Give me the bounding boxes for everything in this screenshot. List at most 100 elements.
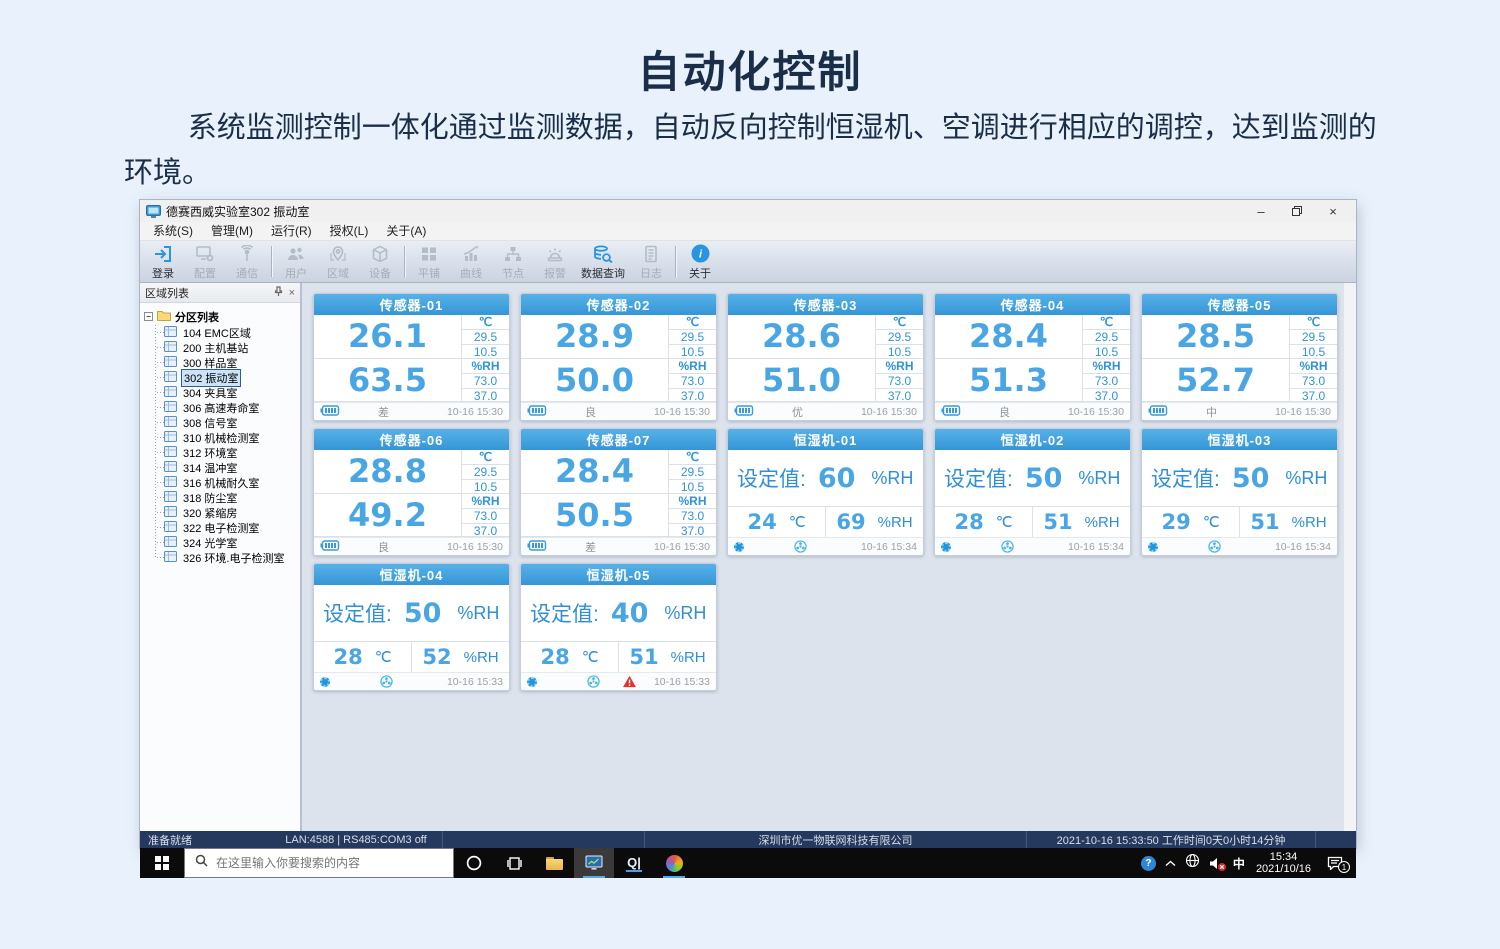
toolbar-device-button[interactable]: 设备 <box>359 241 401 282</box>
battery-icon <box>941 405 961 419</box>
setpoint-unit: %RH <box>1078 468 1120 489</box>
temperature-value: 28.4 <box>521 450 668 493</box>
menu-item-system[interactable]: 系统(S) <box>144 222 202 241</box>
minimize-button[interactable]: – <box>1244 201 1278 221</box>
tree-item[interactable]: 318 防尘室 <box>154 490 298 505</box>
toolbar-log-button[interactable]: 日志 <box>630 241 672 282</box>
tree-item[interactable]: 312 环境室 <box>154 445 298 460</box>
tree-item[interactable]: 320 紧缩房 <box>154 505 298 520</box>
toolbar-alarm-button[interactable]: 报警 <box>534 241 576 282</box>
timestamp: 10-16 15:33 <box>447 676 503 688</box>
tree-item[interactable]: 200 主机基站 <box>154 340 298 355</box>
status-badge: 良 <box>585 404 596 420</box>
temp-max: 29.5 <box>462 329 509 344</box>
monitoring-app-button[interactable] <box>574 848 614 878</box>
tree-item-selected[interactable]: 302 振动室 <box>154 370 298 385</box>
toolbar-label: 设备 <box>369 265 391 281</box>
node-tree-icon <box>503 244 523 264</box>
window-body: 区域列表 × − 分区列表 <box>140 283 1356 831</box>
help-icon[interactable]: ? <box>1141 856 1156 871</box>
timestamp: 10-16 15:30 <box>654 541 710 553</box>
start-button[interactable] <box>140 848 184 878</box>
setpoint-row: 设定值: 40 %RH <box>521 585 716 642</box>
sensor-card: 传感器-07 28.4 ℃29.510.5 50.5 %RH73.037.0 差… <box>520 428 717 556</box>
collapse-icon[interactable]: − <box>144 312 153 321</box>
task-view-button[interactable] <box>494 848 534 878</box>
search-input[interactable] <box>216 856 443 870</box>
tree-item[interactable]: 322 电子检测室 <box>154 520 298 535</box>
windows-taskbar: Q| ? 中 15:34 2021/10/16 <box>140 848 1356 878</box>
toolbar-data-query-button[interactable]: 数据查询 <box>576 241 630 282</box>
pin-icon[interactable] <box>274 286 283 300</box>
humidifier-card-title: 恒湿机-02 <box>935 429 1130 450</box>
taskbar-clock[interactable]: 15:34 2021/10/16 <box>1254 851 1313 875</box>
toolbar-tile-button[interactable]: 平铺 <box>408 241 450 282</box>
restore-button[interactable] <box>1280 201 1314 221</box>
temperature-value: 26.1 <box>314 315 461 358</box>
notification-button[interactable]: 1 <box>1322 856 1348 870</box>
colorful-app-button[interactable] <box>654 848 694 878</box>
device-icon <box>164 461 177 475</box>
toolbar-about-button[interactable]: i 关于 <box>679 241 721 282</box>
tree-item[interactable]: 314 温冲室 <box>154 460 298 475</box>
humidifier-card: 恒湿机-05 设定值: 40 %RH 28℃ 51%RH <box>520 563 717 691</box>
hum-unit: %RH <box>1292 514 1327 531</box>
tree-item[interactable]: 104 EMC区域 <box>154 325 298 340</box>
humidity-value: 50.5 <box>521 494 668 537</box>
fan-icon <box>380 675 393 688</box>
temperature-value: 29 <box>1161 510 1190 534</box>
sensor-card: 传感器-05 28.5 ℃29.510.5 52.7 %RH73.037.0 中… <box>1141 293 1338 421</box>
hum-max: 73.0 <box>1083 373 1130 388</box>
network-globe-icon[interactable] <box>1185 853 1200 873</box>
menu-item-license[interactable]: 授权(L) <box>321 222 378 241</box>
temp-min: 10.5 <box>669 344 716 359</box>
tree-item[interactable]: 326 环境.电子检测室 <box>154 550 298 565</box>
toolbar-region-button[interactable]: 区域 <box>317 241 359 282</box>
temp-unit: ℃ <box>789 513 806 531</box>
menu-item-about[interactable]: 关于(A) <box>377 222 435 241</box>
hum-unit: %RH <box>1085 514 1120 531</box>
humidity-value: 51.3 <box>935 359 1082 402</box>
toolbar-node-button[interactable]: 节点 <box>492 241 534 282</box>
timestamp: 10-16 15:30 <box>861 406 917 418</box>
speaker-muted-icon[interactable] <box>1209 857 1224 870</box>
menu-item-manage[interactable]: 管理(M) <box>202 222 262 241</box>
tree-item[interactable]: 310 机械检测室 <box>154 430 298 445</box>
tree-root-label: 分区列表 <box>175 309 219 325</box>
tree-root[interactable]: − 分区列表 <box>144 308 298 325</box>
hum-max: 73.0 <box>669 508 716 523</box>
main-scrollbar[interactable] <box>1343 283 1356 831</box>
hum-max: 73.0 <box>1290 373 1337 388</box>
chevron-up-icon[interactable] <box>1165 854 1176 872</box>
temperature-value: 28 <box>954 510 983 534</box>
file-explorer-button[interactable] <box>534 848 574 878</box>
toolbar-label: 通信 <box>236 265 258 281</box>
tree-item[interactable]: 306 高速寿命室 <box>154 400 298 415</box>
toolbar-curve-button[interactable]: 曲线 <box>450 241 492 282</box>
setpoint-row: 设定值: 50 %RH <box>935 450 1130 507</box>
timestamp: 10-16 15:30 <box>447 541 503 553</box>
ime-indicator[interactable]: 中 <box>1233 855 1245 872</box>
tree-item[interactable]: 308 信号室 <box>154 415 298 430</box>
query-app-button[interactable]: Q| <box>614 848 654 878</box>
tree-item[interactable]: 324 光学室 <box>154 535 298 550</box>
env-row: 28℃ 52%RH <box>314 642 509 672</box>
tree-item[interactable]: 304 夹具室 <box>154 385 298 400</box>
toolbar-config-button[interactable]: 配置 <box>184 241 226 282</box>
toolbar-users-button[interactable]: 用户 <box>275 241 317 282</box>
humidity-value: 51 <box>1043 510 1072 534</box>
humidifier-card: 恒湿机-01 设定值: 60 %RH 24℃ 69%RH <box>727 428 924 556</box>
status-badge: 优 <box>792 404 803 420</box>
sensor-card-title: 传感器-01 <box>314 294 509 315</box>
tree-item[interactable]: 316 机械耐久室 <box>154 475 298 490</box>
menu-item-run[interactable]: 运行(R) <box>262 222 321 241</box>
close-button[interactable]: × <box>1316 201 1350 221</box>
close-panel-icon[interactable]: × <box>289 287 295 299</box>
toolbar-login-button[interactable]: 登录 <box>142 241 184 282</box>
device-icon <box>164 536 177 550</box>
taskbar-search[interactable] <box>184 848 454 878</box>
cortana-button[interactable] <box>454 848 494 878</box>
temp-min: 10.5 <box>669 479 716 494</box>
toolbar-comm-button[interactable]: 通信 <box>226 241 268 282</box>
env-row: 24℃ 69%RH <box>728 507 923 537</box>
